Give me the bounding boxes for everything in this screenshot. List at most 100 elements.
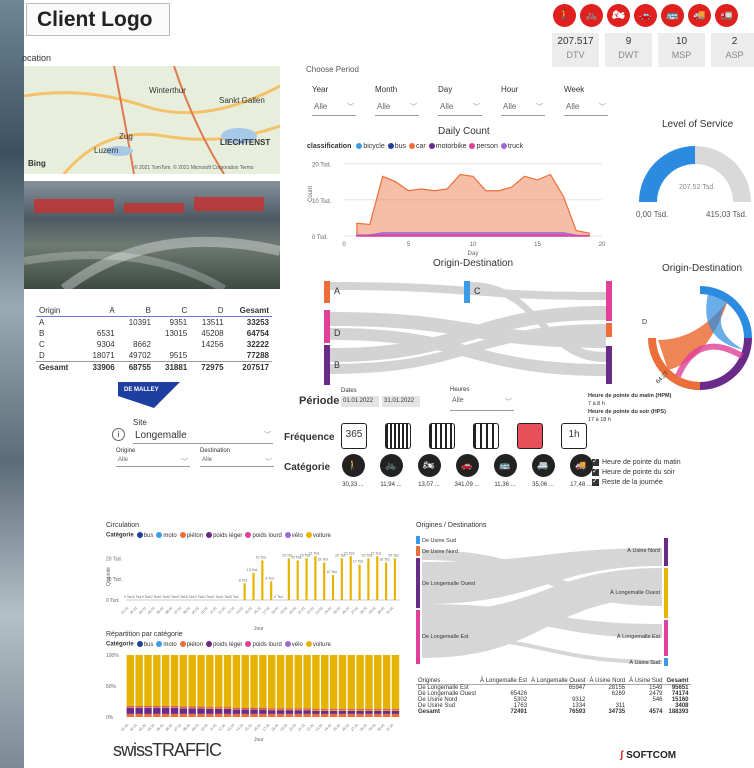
pedestrian-icon[interactable]: 🚶 [553, 4, 576, 27]
od-header[interactable]: Gesamt [226, 305, 272, 317]
stacked-bar-poids-lourd[interactable] [214, 707, 223, 709]
stacked-bar-poids-lourd[interactable] [250, 707, 258, 709]
freq-week-button[interactable] [429, 423, 455, 449]
stacked-bar-voiture[interactable] [374, 655, 382, 711]
stacked-bar-voiture[interactable] [382, 655, 391, 711]
bar[interactable] [331, 575, 335, 600]
stacked-bar-poids-léger[interactable] [321, 710, 329, 714]
stacked-bar-voiture[interactable] [214, 655, 223, 709]
stacked-bar-poids-léger[interactable] [126, 707, 135, 714]
stacked-bar-voiture[interactable] [153, 655, 161, 708]
check-item[interactable]: Heure de pointe du matin [592, 457, 681, 468]
stacked-bar-voiture[interactable] [161, 655, 170, 708]
bar[interactable] [270, 581, 273, 600]
stacked-bar-poids-lourd[interactable] [268, 708, 276, 710]
legend-item[interactable]: truck [498, 143, 523, 150]
stacked-bar-voiture[interactable] [391, 655, 400, 711]
stacked-bar-voiture[interactable] [365, 655, 373, 711]
filter-select[interactable]: Alle ﹀ [375, 102, 419, 116]
stacked-bar-poids-léger[interactable] [179, 708, 188, 714]
stacked-bar-piéton[interactable] [232, 713, 241, 717]
bar[interactable] [340, 558, 343, 600]
location-map[interactable]: Winterthur Sankt Gallen Zug Luzern LIECH… [24, 66, 280, 174]
sankey2-node-longemalle-est[interactable] [416, 610, 420, 664]
origines-destinations-sankey[interactable]: De Usine Sud De Usine Nord De Longemalle… [416, 534, 670, 668]
stacked-bar-voiture[interactable] [259, 655, 267, 710]
legend-item[interactable]: voiture [303, 532, 331, 539]
info-icon[interactable]: i [112, 428, 125, 441]
legend-item[interactable]: voiture [303, 641, 331, 648]
car-icon[interactable]: 🚗 [634, 4, 657, 27]
legend-item[interactable]: piéton [177, 641, 203, 648]
stacked-bar-poids-léger[interactable] [144, 707, 152, 714]
stacked-bar-voiture[interactable] [197, 655, 205, 709]
filter-select[interactable]: Alle ﹀ [564, 102, 608, 116]
od-header[interactable]: Origin [36, 305, 82, 317]
series-person[interactable] [356, 234, 590, 237]
stacked-bar-voiture[interactable] [347, 655, 356, 711]
bar[interactable] [314, 556, 317, 600]
stacked-bar-piéton[interactable] [356, 713, 364, 717]
stacked-bar-voiture[interactable] [241, 655, 249, 710]
stacked-bar-piéton[interactable] [170, 713, 179, 717]
stacked-bar-piéton[interactable] [188, 713, 196, 717]
freq-day-button[interactable] [517, 423, 543, 449]
stacked-bar-poids-lourd[interactable] [321, 709, 329, 711]
checkbox-checked-icon[interactable] [592, 457, 599, 467]
od2-header[interactable]: À Longemalle Est [478, 678, 530, 685]
origin-destination-sankey[interactable]: A C D B [320, 276, 616, 386]
sankey-target-2[interactable] [606, 323, 612, 337]
stacked-bar-piéton[interactable] [223, 713, 232, 717]
stacked-bar-voiture[interactable] [170, 655, 179, 708]
origine-select[interactable]: Alle ﹀ [116, 457, 190, 467]
freq-hour-button[interactable]: 1h [561, 423, 587, 449]
stacked-bar-poids-lourd[interactable] [347, 709, 356, 711]
stacked-bar-poids-léger[interactable] [382, 710, 391, 714]
stacked-bar-voiture[interactable] [276, 655, 285, 711]
stacked-bar-poids-lourd[interactable] [303, 708, 311, 710]
check-item[interactable]: Heure de pointe du soir [592, 467, 681, 478]
sankey2-node-usine-sud[interactable] [416, 536, 420, 544]
od2-header[interactable]: À Usine Nord [587, 678, 628, 685]
stacked-bar-piéton[interactable] [312, 713, 320, 717]
stacked-bar-poids-lourd[interactable] [365, 709, 373, 711]
stacked-bar-piéton[interactable] [391, 713, 400, 717]
stacked-bar-piéton[interactable] [179, 713, 188, 717]
bar[interactable] [393, 558, 397, 600]
legend-item[interactable]: poids léger [203, 641, 242, 648]
freq-year-button[interactable]: 365 [341, 423, 367, 449]
stacked-bar-poids-léger[interactable] [338, 710, 347, 714]
legend-item[interactable]: vélo [282, 641, 303, 648]
stacked-bar-poids-léger[interactable] [135, 707, 143, 714]
stacked-bar-poids-léger[interactable] [241, 709, 249, 714]
stacked-bar-piéton[interactable] [241, 713, 249, 717]
stacked-bar-poids-lourd[interactable] [285, 708, 294, 710]
stacked-bar-poids-lourd[interactable] [232, 707, 241, 709]
stacked-bar-poids-léger[interactable] [170, 707, 179, 714]
od-header[interactable]: A [81, 305, 118, 317]
stacked-bar-piéton[interactable] [135, 713, 143, 717]
sankey-node-b[interactable] [324, 345, 330, 385]
stacked-bar-voiture[interactable] [250, 655, 258, 710]
stacked-bar-voiture[interactable] [232, 655, 241, 710]
stacked-bar-poids-lourd[interactable] [144, 706, 152, 708]
category-bus[interactable]: 🚌 11,36 ... [489, 454, 521, 488]
bar[interactable] [261, 560, 264, 600]
category-van[interactable]: 🚐 35,06 ... [527, 454, 559, 488]
stacked-bar-poids-lourd[interactable] [374, 709, 382, 711]
stacked-bar-poids-lourd[interactable] [294, 708, 302, 710]
stacked-bar-voiture[interactable] [329, 655, 338, 711]
stacked-bar-voiture[interactable] [268, 655, 276, 711]
stacked-bar-poids-léger[interactable] [391, 710, 400, 714]
stacked-bar-poids-lourd[interactable] [276, 708, 285, 710]
category-pedestrian[interactable]: 🚶 30,33 ... [337, 454, 369, 488]
freq-weekday-button[interactable] [473, 423, 499, 449]
stacked-bar-poids-lourd[interactable] [312, 709, 320, 711]
freq-month-button[interactable] [385, 423, 411, 449]
od2-header[interactable]: À Longemalle Ouest [529, 678, 588, 685]
legend-item[interactable]: bicycle [353, 143, 385, 150]
stacked-bar-voiture[interactable] [126, 655, 135, 708]
stacked-bar-poids-lourd[interactable] [206, 707, 214, 709]
stacked-bar-voiture[interactable] [223, 655, 232, 709]
bus-icon[interactable]: 🚌 [661, 4, 684, 27]
